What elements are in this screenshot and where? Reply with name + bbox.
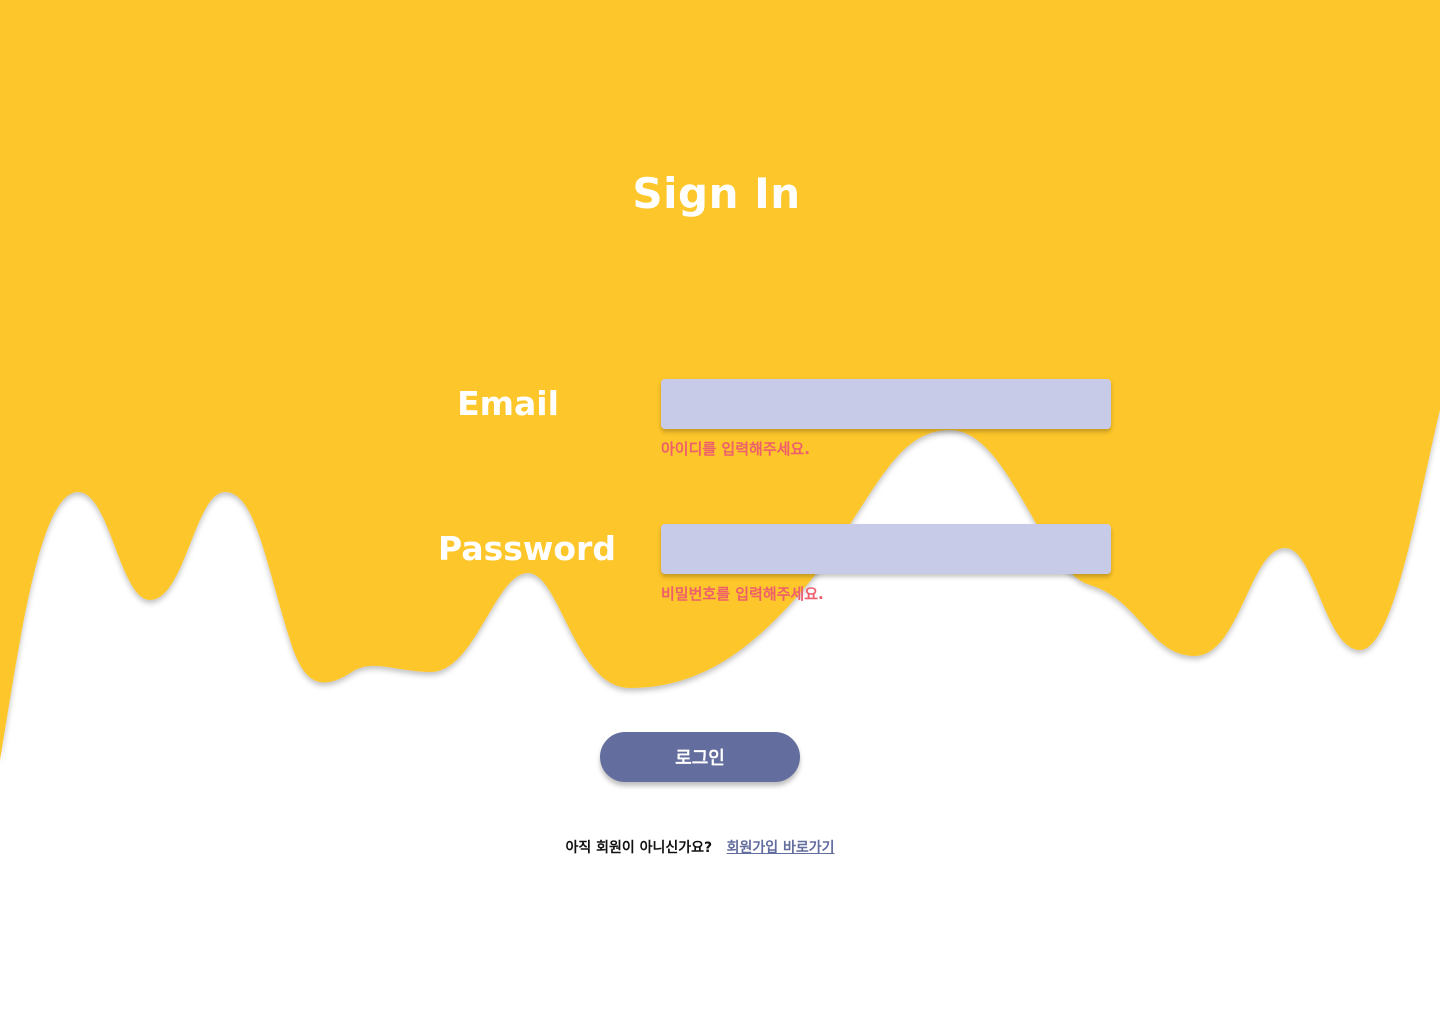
email-label: Email bbox=[457, 384, 559, 423]
password-error-message: 비밀번호를 입력해주세요. bbox=[661, 585, 824, 603]
signup-prompt-text: 아직 회원이 아니신가요? bbox=[565, 840, 713, 856]
signup-link[interactable]: 회원가입 바로가기 bbox=[727, 840, 835, 856]
signup-prompt-row: 아직 회원이 아니신가요? 회원가입 바로가기 bbox=[0, 837, 1400, 859]
password-input[interactable] bbox=[661, 524, 1111, 574]
sign-in-page: Sign In Email 아이디를 입력해주세요. Password 비밀번호… bbox=[0, 0, 1440, 1024]
email-input[interactable] bbox=[661, 379, 1111, 429]
login-button[interactable]: 로그인 bbox=[600, 732, 800, 782]
password-label: Password bbox=[438, 529, 616, 568]
email-error-message: 아이디를 입력해주세요. bbox=[661, 440, 810, 458]
yellow-drip-background bbox=[0, 0, 1440, 760]
page-title: Sign In bbox=[632, 169, 801, 218]
